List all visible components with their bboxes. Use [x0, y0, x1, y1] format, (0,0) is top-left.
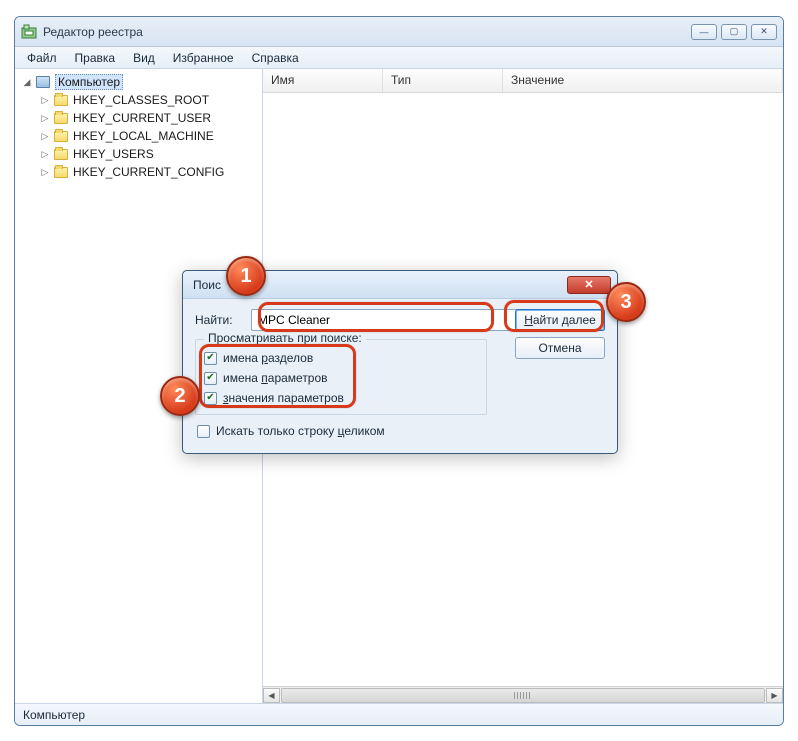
- titlebar: Редактор реестра — ▢ ✕: [15, 17, 783, 47]
- tree-label: HKEY_USERS: [73, 147, 154, 161]
- menu-view[interactable]: Вид: [125, 49, 163, 67]
- tree-label: HKEY_CURRENT_CONFIG: [73, 165, 224, 179]
- expand-icon[interactable]: ▷: [39, 95, 51, 106]
- dialog-close-button[interactable]: ✕: [567, 276, 611, 294]
- statusbar: Компьютер: [15, 703, 783, 725]
- checkbox-label: Искать только строку целиком: [216, 424, 385, 438]
- checkbox-icon: [204, 372, 217, 385]
- maximize-button[interactable]: ▢: [721, 24, 747, 40]
- expand-icon[interactable]: ▷: [39, 131, 51, 142]
- tree-item-hku[interactable]: ▷ HKEY_USERS: [17, 145, 260, 163]
- col-value[interactable]: Значение: [503, 69, 783, 92]
- tree-item-hklm[interactable]: ▷ HKEY_LOCAL_MACHINE: [17, 127, 260, 145]
- checkbox-label: имена разделов: [223, 351, 313, 365]
- col-name[interactable]: Имя: [263, 69, 383, 92]
- checkbox-icon: [204, 352, 217, 365]
- folder-icon: [53, 165, 69, 179]
- expand-icon[interactable]: ▷: [39, 149, 51, 160]
- tree-item-hkcr[interactable]: ▷ HKEY_CLASSES_ROOT: [17, 91, 260, 109]
- tree-root[interactable]: ◢ Компьютер: [17, 73, 260, 91]
- app-icon: [21, 24, 37, 40]
- menubar: Файл Правка Вид Избранное Справка: [15, 47, 783, 69]
- dialog-titlebar: Поис ✕: [183, 271, 617, 299]
- checkbox-valuenames[interactable]: имена параметров: [204, 368, 478, 388]
- find-label: Найти:: [195, 313, 251, 327]
- checkbox-icon: [204, 392, 217, 405]
- tree-item-hkcc[interactable]: ▷ HKEY_CURRENT_CONFIG: [17, 163, 260, 181]
- checkbox-keys[interactable]: имена разделов: [204, 348, 478, 368]
- tree-label: HKEY_CURRENT_USER: [73, 111, 211, 125]
- find-next-button[interactable]: Найти далее: [515, 309, 605, 331]
- minimize-button[interactable]: —: [691, 24, 717, 40]
- tree-item-hkcu[interactable]: ▷ HKEY_CURRENT_USER: [17, 109, 260, 127]
- expand-icon[interactable]: ▷: [39, 167, 51, 178]
- folder-icon: [53, 129, 69, 143]
- folder-icon: [53, 111, 69, 125]
- list-header: Имя Тип Значение: [263, 69, 783, 93]
- checkbox-wholestring[interactable]: Искать только строку целиком: [197, 421, 605, 441]
- status-text: Компьютер: [23, 708, 85, 722]
- search-options-group: Просматривать при поиске: имена разделов…: [195, 339, 487, 415]
- menu-favorites[interactable]: Избранное: [165, 49, 242, 67]
- dialog-title: Поис: [193, 278, 221, 292]
- group-legend: Просматривать при поиске:: [204, 331, 366, 345]
- checkbox-icon: [197, 425, 210, 438]
- tree-root-label: Компьютер: [55, 74, 123, 90]
- scroll-left-icon[interactable]: ◀: [263, 688, 280, 703]
- tree-label: HKEY_CLASSES_ROOT: [73, 93, 209, 107]
- menu-edit[interactable]: Правка: [67, 49, 124, 67]
- menu-help[interactable]: Справка: [244, 49, 307, 67]
- checkbox-label: имена параметров: [223, 371, 328, 385]
- checkbox-label: значения параметров: [223, 391, 344, 405]
- find-dialog: Поис ✕ Найти: Просматривать при поиске: …: [182, 270, 618, 454]
- scroll-thumb[interactable]: [281, 688, 765, 703]
- folder-icon: [53, 147, 69, 161]
- menu-file[interactable]: Файл: [19, 49, 65, 67]
- horizontal-scrollbar[interactable]: ◀ ▶: [263, 686, 783, 703]
- tree-label: HKEY_LOCAL_MACHINE: [73, 129, 214, 143]
- cancel-button[interactable]: Отмена: [515, 337, 605, 359]
- close-button[interactable]: ✕: [751, 24, 777, 40]
- expand-icon[interactable]: ▷: [39, 113, 51, 124]
- scroll-right-icon[interactable]: ▶: [766, 688, 783, 703]
- checkbox-data[interactable]: значения параметров: [204, 388, 478, 408]
- window-title: Редактор реестра: [43, 25, 691, 39]
- folder-icon: [53, 93, 69, 107]
- col-type[interactable]: Тип: [383, 69, 503, 92]
- collapse-icon[interactable]: ◢: [21, 77, 33, 88]
- computer-icon: [35, 75, 51, 89]
